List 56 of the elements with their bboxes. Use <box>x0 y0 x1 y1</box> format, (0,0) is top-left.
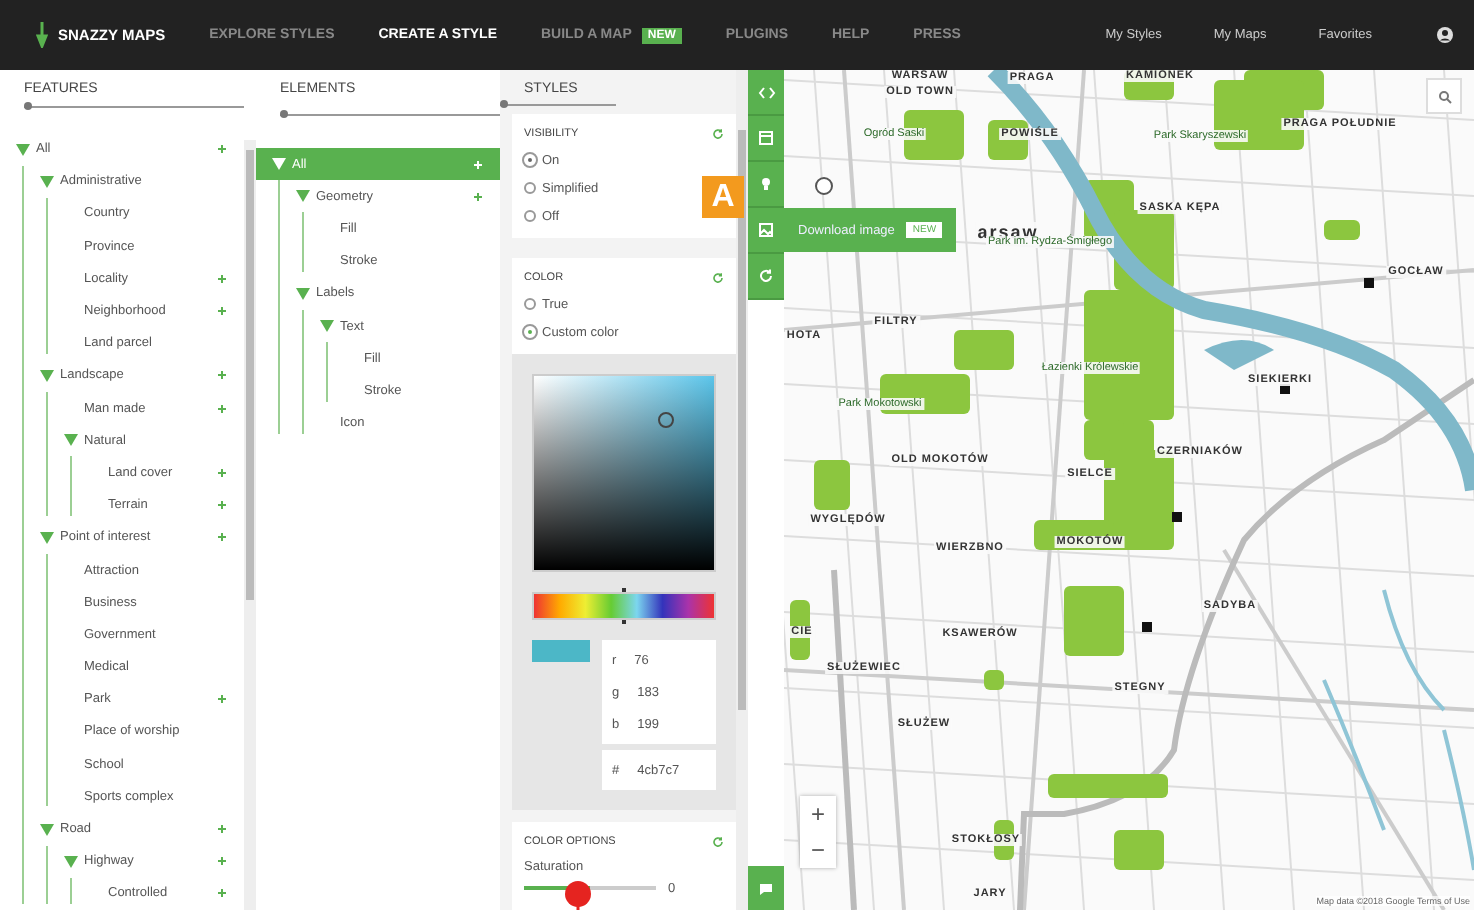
callout-label: A <box>702 176 744 218</box>
picker-cursor[interactable] <box>658 412 674 428</box>
caret-down-icon[interactable] <box>40 369 54 382</box>
hue-slider[interactable] <box>532 592 716 620</box>
toolbar-button[interactable] <box>748 116 784 162</box>
hue-handle[interactable] <box>622 588 626 624</box>
plus-icon[interactable] <box>216 854 228 869</box>
pointer-marker <box>564 880 592 910</box>
toolbar-button[interactable] <box>748 254 784 300</box>
color-field[interactable] <box>532 374 716 572</box>
caret-down-icon[interactable] <box>272 158 286 171</box>
plus-icon[interactable] <box>216 530 228 545</box>
reset-icon[interactable] <box>712 836 724 848</box>
user-icon[interactable] <box>1436 26 1454 44</box>
box-icon[interactable] <box>758 130 774 146</box>
code-icon[interactable] <box>757 85 775 99</box>
plus-icon[interactable] <box>216 822 228 837</box>
plus-icon[interactable] <box>216 368 228 383</box>
lightbulb-icon[interactable] <box>760 176 772 192</box>
caret-down-icon[interactable] <box>64 855 78 868</box>
scrollbar-thumb[interactable] <box>738 130 746 710</box>
caret-down-icon[interactable] <box>40 175 54 188</box>
plus-icon[interactable] <box>216 886 228 901</box>
color-swatch <box>532 640 590 662</box>
plus-icon[interactable] <box>216 304 228 319</box>
caret-down-icon[interactable] <box>296 287 310 300</box>
reset-icon[interactable] <box>712 128 724 140</box>
caret-down-icon[interactable] <box>40 823 54 836</box>
plus-icon[interactable] <box>216 465 228 480</box>
plus-icon[interactable] <box>472 189 484 204</box>
plus-icon[interactable] <box>216 498 228 513</box>
toolbar-button[interactable] <box>748 162 784 208</box>
logo-icon <box>36 22 48 48</box>
caret-down-icon[interactable] <box>40 531 54 544</box>
caret-down-icon[interactable] <box>64 434 78 447</box>
reset-icon[interactable] <box>712 272 724 284</box>
plus-icon[interactable] <box>216 692 228 707</box>
plus-icon[interactable] <box>216 271 228 286</box>
refresh-icon[interactable] <box>758 268 774 284</box>
search-icon[interactable] <box>1437 89 1451 103</box>
radio-button[interactable] <box>524 298 536 310</box>
zoom-in-button[interactable]: + <box>800 796 836 832</box>
plus-icon[interactable] <box>216 142 228 157</box>
scrollbar-thumb[interactable] <box>246 150 254 600</box>
chat-icon[interactable] <box>758 881 774 895</box>
caret-down-icon[interactable] <box>296 190 310 203</box>
toolbar-button[interactable] <box>748 70 784 116</box>
chat-button[interactable] <box>748 866 784 910</box>
search-button[interactable] <box>1426 78 1462 114</box>
radio-button[interactable] <box>524 182 536 194</box>
radio-button[interactable] <box>524 210 536 222</box>
zoom-out-button[interactable]: − <box>800 832 836 868</box>
plus-icon[interactable] <box>216 401 228 416</box>
image-icon[interactable] <box>758 222 774 238</box>
caret-down-icon[interactable] <box>320 320 334 333</box>
caret-down-icon[interactable] <box>16 143 30 156</box>
